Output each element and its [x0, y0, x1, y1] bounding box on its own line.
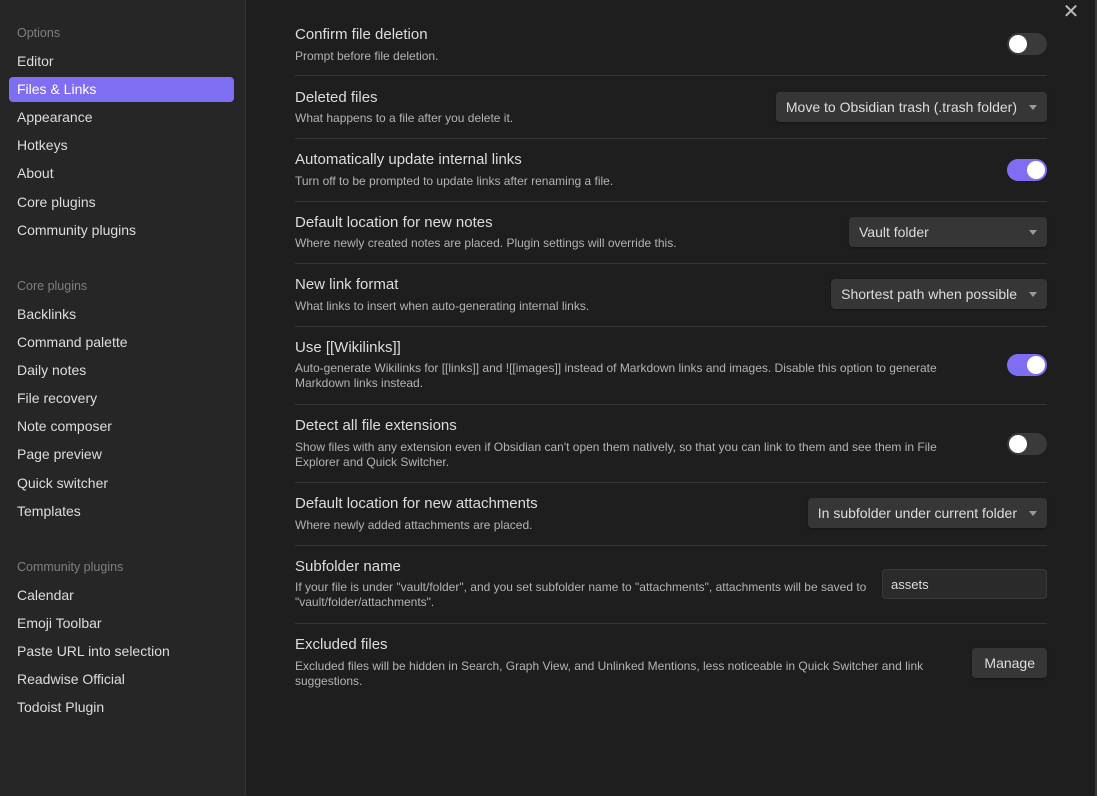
setting-description: Auto-generate Wikilinks for [[links]] an… — [295, 361, 937, 390]
setting-deleted-files: Deleted files What happens to a file aft… — [295, 76, 1047, 139]
toggle-knob — [1027, 356, 1045, 374]
subfolder-name-input[interactable] — [882, 569, 1047, 599]
chevron-down-icon — [1029, 292, 1037, 297]
sidebar-item-templates[interactable]: Templates — [9, 499, 234, 524]
sidebar-item-todoist[interactable]: Todoist Plugin — [9, 695, 234, 720]
toggle-knob — [1009, 35, 1027, 53]
sidebar-item-community-plugins[interactable]: Community plugins — [9, 218, 234, 243]
sidebar-item-file-recovery[interactable]: File recovery — [9, 386, 234, 411]
new-link-format-dropdown[interactable]: Shortest path when possible — [831, 279, 1047, 309]
setting-name: Detect all file extensions — [295, 417, 457, 434]
sidebar-item-editor[interactable]: Editor — [9, 49, 234, 74]
setting-name: Default location for new notes — [295, 214, 493, 231]
setting-new-link-format: New link format What links to insert whe… — [295, 264, 1047, 327]
setting-description: Show files with any extension even if Ob… — [295, 440, 937, 469]
dropdown-value: Move to Obsidian trash (.trash folder) — [785, 99, 1017, 115]
setting-attachment-location: Default location for new attachments Whe… — [295, 483, 1047, 546]
sidebar-item-backlinks[interactable]: Backlinks — [9, 302, 234, 327]
setting-name: Automatically update internal links — [295, 151, 522, 168]
setting-name: New link format — [295, 276, 399, 293]
close-icon[interactable]: ✕ — [1061, 2, 1081, 22]
setting-detect-extensions: Detect all file extensions Show files wi… — [295, 405, 1047, 483]
dropdown-value: Vault folder — [859, 224, 929, 240]
sidebar-item-quick-switcher[interactable]: Quick switcher — [9, 471, 234, 496]
setting-new-note-location: Default location for new notes Where new… — [295, 202, 1047, 264]
sidebar-item-command-palette[interactable]: Command palette — [9, 330, 234, 355]
setting-confirm-file-deletion: Confirm file deletion Prompt before file… — [295, 20, 1047, 76]
sidebar-item-core-plugins[interactable]: Core plugins — [9, 190, 234, 215]
options-section-title: Options — [17, 26, 61, 40]
setting-description: Prompt before file deletion. — [295, 49, 439, 63]
new-note-location-dropdown[interactable]: Vault folder — [849, 217, 1047, 247]
sidebar-item-note-composer[interactable]: Note composer — [9, 414, 234, 439]
chevron-down-icon — [1029, 230, 1037, 235]
setting-name: Confirm file deletion — [295, 26, 428, 43]
setting-name: Default location for new attachments — [295, 495, 538, 512]
sidebar-item-files-links[interactable]: Files & Links — [9, 77, 234, 102]
setting-description: If your file is under "vault/folder", an… — [295, 580, 867, 609]
sidebar-item-about[interactable]: About — [9, 161, 234, 186]
detect-extensions-toggle[interactable] — [1007, 433, 1047, 455]
sidebar-item-paste-url[interactable]: Paste URL into selection — [9, 639, 234, 664]
setting-description: Where newly created notes are placed. Pl… — [295, 236, 677, 250]
attachment-location-dropdown[interactable]: In subfolder under current folder — [807, 498, 1047, 528]
setting-description: Turn off to be prompted to update links … — [295, 174, 614, 188]
chevron-down-icon — [1029, 511, 1037, 516]
setting-name: Subfolder name — [295, 558, 401, 575]
sidebar-item-calendar[interactable]: Calendar — [9, 583, 234, 608]
setting-description: Excluded files will be hidden in Search,… — [295, 659, 924, 688]
setting-name: Excluded files — [295, 636, 388, 653]
sidebar-item-hotkeys[interactable]: Hotkeys — [9, 133, 234, 158]
use-wikilinks-toggle[interactable] — [1007, 354, 1047, 376]
sidebar-item-readwise[interactable]: Readwise Official — [9, 667, 234, 692]
core-plugins-section-title: Core plugins — [17, 279, 88, 293]
sidebar-item-page-preview[interactable]: Page preview — [9, 442, 234, 467]
manage-excluded-button[interactable]: Manage — [972, 648, 1047, 678]
sidebar-item-appearance[interactable]: Appearance — [9, 105, 234, 130]
sidebar-item-emoji-toolbar[interactable]: Emoji Toolbar — [9, 611, 234, 636]
settings-sidebar: Options Editor Files & Links Appearance … — [0, 0, 246, 796]
toggle-knob — [1027, 161, 1045, 179]
setting-name: Deleted files — [295, 89, 378, 106]
dropdown-value: Shortest path when possible — [841, 286, 1017, 302]
setting-excluded-files: Excluded files Excluded files will be hi… — [295, 624, 1047, 702]
toggle-knob — [1009, 435, 1027, 453]
setting-subfolder-name: Subfolder name If your file is under "va… — [295, 546, 1047, 624]
community-plugins-section-title: Community plugins — [17, 560, 124, 574]
dropdown-value: In subfolder under current folder — [817, 505, 1017, 521]
setting-use-wikilinks: Use [[Wikilinks]] Auto-generate Wikilink… — [295, 327, 1047, 405]
setting-name: Use [[Wikilinks]] — [295, 339, 401, 356]
confirm-deletion-toggle[interactable] — [1007, 33, 1047, 55]
sidebar-item-daily-notes[interactable]: Daily notes — [9, 358, 234, 383]
chevron-down-icon — [1029, 105, 1037, 110]
setting-auto-update-links: Automatically update internal links Turn… — [295, 139, 1047, 202]
auto-update-links-toggle[interactable] — [1007, 159, 1047, 181]
deleted-files-dropdown[interactable]: Move to Obsidian trash (.trash folder) — [775, 92, 1047, 122]
